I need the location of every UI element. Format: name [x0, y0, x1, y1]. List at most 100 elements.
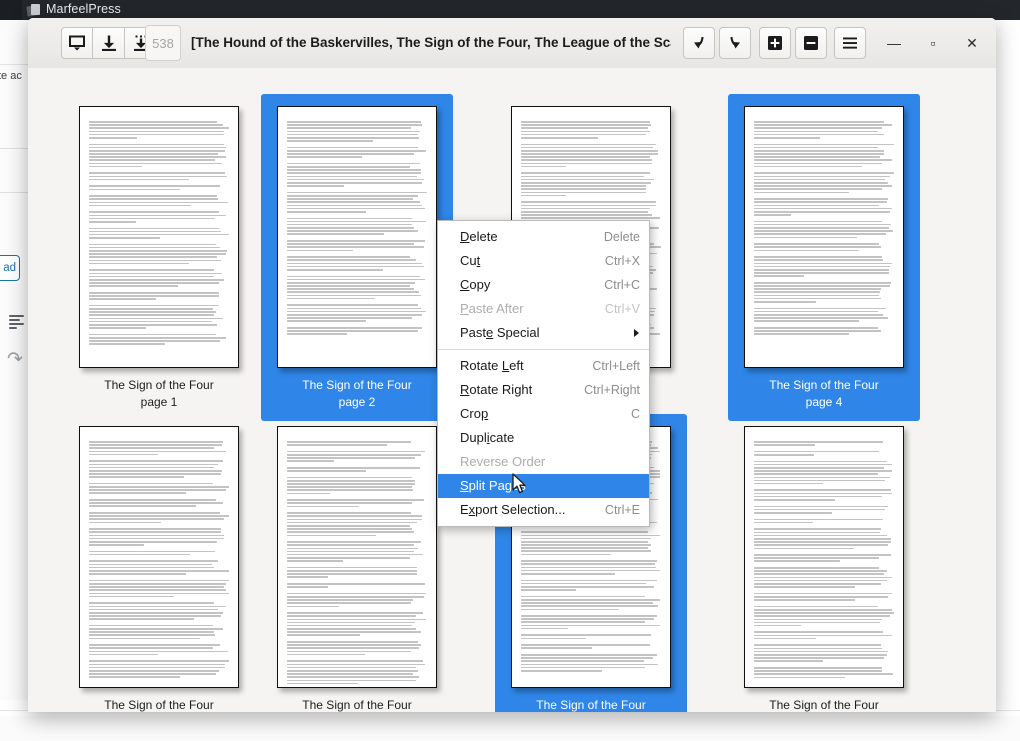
- page-preview: [744, 106, 904, 368]
- menu-item: Paste After Ctrl+V: [438, 297, 649, 321]
- menu-item[interactable]: Duplicate: [438, 426, 649, 450]
- page-text-lines: [287, 441, 427, 688]
- menu-item-shortcut: Ctrl+X: [605, 249, 640, 273]
- page-thumbnail[interactable]: The Sign of the Fourpage 6: [261, 414, 453, 712]
- insert-file-button[interactable]: [61, 27, 93, 59]
- menu-item-label: Duplicate: [460, 426, 514, 450]
- maximize-button[interactable]: ▫: [916, 27, 950, 59]
- page-preview: [79, 106, 239, 368]
- zoom-out-button[interactable]: [795, 27, 827, 59]
- system-topbar: MarfeelPress: [0, 0, 1020, 20]
- download-arrow-icon: [100, 35, 117, 52]
- page-number-text: page 4: [728, 394, 920, 411]
- page-caption: The Sign of the Fourpage 1: [63, 377, 255, 411]
- menu-item-label: Reverse Order: [460, 450, 545, 474]
- background-divider-1: [0, 64, 30, 65]
- page-thumbnail[interactable]: The Sign of the Fourpage 4: [728, 94, 920, 421]
- redo-icon[interactable]: ↷: [7, 350, 23, 369]
- menu-item-shortcut: Ctrl+Left: [592, 354, 640, 378]
- background-download-button[interactable]: ad: [0, 255, 20, 281]
- page-caption: The Sign of the Fourpage 4: [728, 377, 920, 411]
- minimize-button[interactable]: —: [877, 27, 911, 59]
- import-button[interactable]: [93, 27, 125, 59]
- context-menu[interactable]: DeleteDeleteCutCtrl+XCopyCtrl+CPaste Aft…: [437, 220, 650, 527]
- menu-item: Reverse Order: [438, 450, 649, 474]
- page-thumbnail[interactable]: The Sign of the Fourpage 2: [261, 94, 453, 421]
- page-caption: The Sign of the Fourpage 2: [261, 377, 453, 411]
- page-thumbnail[interactable]: The Sign of the Fourpage 1: [63, 94, 255, 421]
- menu-item-label: Paste After: [460, 297, 524, 321]
- page-preview: [79, 426, 239, 688]
- page-number-text: page 1: [63, 394, 255, 411]
- menu-item-label: Rotate Left: [460, 354, 524, 378]
- taskbar-app-name: MarfeelPress: [46, 2, 121, 16]
- page-caption: The Sign of the Fourpage 8: [728, 697, 920, 712]
- hamburger-icon: [842, 36, 858, 50]
- page-thumbnail[interactable]: The Sign of the Fourpage 8: [728, 414, 920, 712]
- screen-dropdown-icon: [69, 35, 86, 52]
- desktop: te ac ad ↷ MarfeelPress: [0, 0, 1020, 741]
- zoom-out-icon: [803, 35, 819, 51]
- page-text-lines: [89, 121, 229, 350]
- page-thumbnail[interactable]: The Sign of the Fourpage 5: [63, 414, 255, 712]
- page-title-text: The Sign of the Four: [261, 377, 453, 394]
- background-window-footer: [0, 716, 1020, 741]
- menu-item[interactable]: Rotate Left Ctrl+Left: [438, 354, 649, 378]
- page-count-field[interactable]: 538: [145, 25, 181, 61]
- page-text-lines: [754, 121, 894, 340]
- menu-item-shortcut: Ctrl+V: [605, 297, 640, 321]
- menu-item-shortcut: Delete: [604, 225, 640, 249]
- background-text-snippet: te ac: [0, 70, 22, 82]
- page-text-lines: [89, 441, 229, 683]
- rotate-left-button[interactable]: [683, 27, 715, 59]
- menu-separator: [438, 349, 649, 350]
- menu-item-label: Cut: [460, 249, 480, 273]
- menu-item-label: Rotate Right: [460, 378, 532, 402]
- menu-item[interactable]: Crop C: [438, 402, 649, 426]
- rotate-right-button[interactable]: [719, 27, 751, 59]
- page-title-text: The Sign of the Four: [728, 377, 920, 394]
- menu-item[interactable]: CopyCtrl+C: [438, 273, 649, 297]
- menu-item-shortcut: Ctrl+Right: [584, 378, 640, 402]
- page-title-text: The Sign of the Four: [63, 697, 255, 712]
- page-text-lines: [754, 441, 894, 683]
- background-divider-2: [0, 148, 30, 149]
- background-divider-3: [0, 192, 30, 193]
- menu-item[interactable]: Export Selection... Ctrl+E: [438, 498, 649, 522]
- menu-item[interactable]: Split Pages: [438, 474, 649, 498]
- page-title-text: The Sign of the Four: [261, 697, 453, 712]
- menu-item-label: Paste Special: [460, 321, 540, 345]
- page-preview: [277, 106, 437, 368]
- page-caption: The Sign of the Fourpage 6: [261, 697, 453, 712]
- document-title: [The Hound of the Baskervilles, The Sign…: [191, 25, 671, 61]
- menu-item[interactable]: Cut Ctrl+X: [438, 249, 649, 273]
- list-icon[interactable]: [9, 315, 25, 328]
- page-title-text: The Sign of the Four: [495, 697, 687, 712]
- menu-item-shortcut: Ctrl+C: [604, 273, 640, 297]
- zoom-in-button[interactable]: [759, 27, 791, 59]
- menu-item[interactable]: Paste Special: [438, 321, 649, 345]
- menu-button[interactable]: [834, 27, 866, 59]
- close-button[interactable]: ✕: [955, 27, 989, 59]
- rotate-left-icon: [690, 34, 708, 52]
- menu-item[interactable]: Delete Delete: [438, 225, 649, 249]
- menu-item[interactable]: Rotate Right Ctrl+Right: [438, 378, 649, 402]
- menu-item-label: Export Selection...: [460, 498, 566, 522]
- zoom-in-icon: [767, 35, 783, 51]
- rotate-right-icon: [726, 34, 744, 52]
- topbar-left-corner: [0, 0, 22, 20]
- page-title-text: The Sign of the Four: [728, 697, 920, 712]
- document-stack-icon: [27, 4, 41, 16]
- chevron-right-icon: [634, 329, 639, 337]
- menu-item-shortcut: Ctrl+E: [605, 498, 640, 522]
- background-window[interactable]: te ac ad ↷: [0, 20, 31, 700]
- mouse-cursor: [512, 473, 528, 495]
- menu-item-shortcut: C: [631, 402, 640, 426]
- menu-item-label: Delete: [460, 225, 498, 249]
- menu-item-label: Crop: [460, 402, 488, 426]
- page-title-text: The Sign of the Four: [63, 377, 255, 394]
- page-text-lines: [287, 121, 427, 340]
- page-caption: The Sign of the Fourpage 5: [63, 697, 255, 712]
- page-preview: [744, 426, 904, 688]
- toolbar: 538 [The Hound of the Baskervilles, The …: [28, 18, 996, 69]
